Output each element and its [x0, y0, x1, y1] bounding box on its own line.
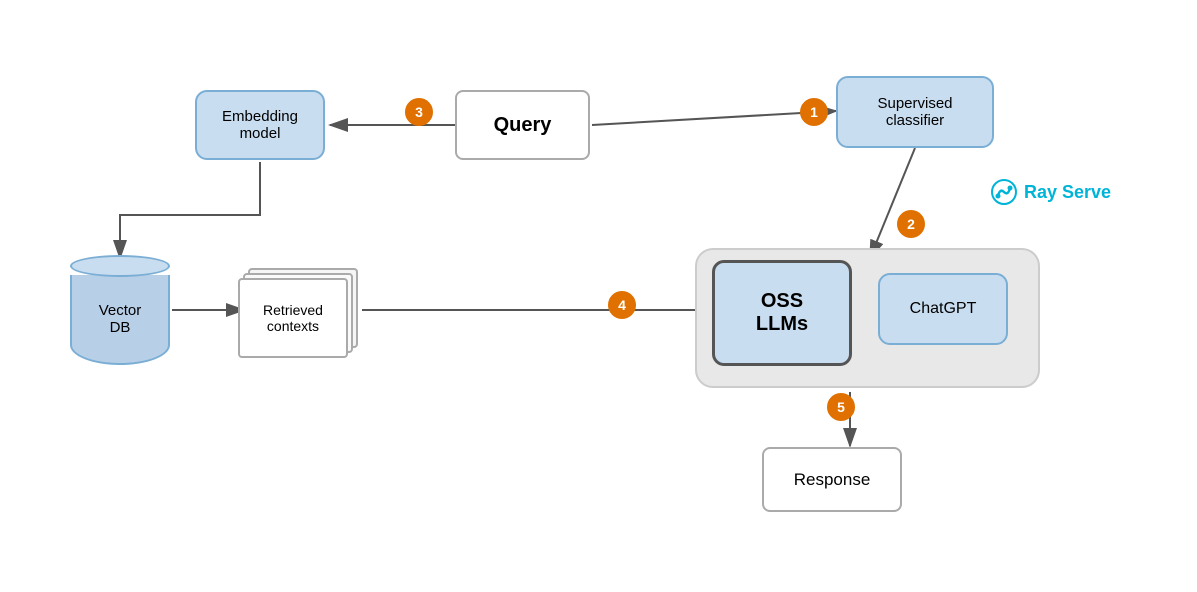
embedding-model-node: Embeddingmodel [195, 90, 325, 160]
step-3-label: 3 [415, 104, 423, 120]
oss-llms-label: OSSLLMs [756, 290, 808, 336]
vector-db-label: VectorDB [99, 302, 142, 336]
ray-serve-label: Ray Serve [1024, 182, 1111, 203]
cylinder-body: VectorDB [70, 275, 170, 365]
oss-llms-node: OSSLLMs [712, 260, 852, 366]
chatgpt-label: ChatGPT [910, 300, 977, 318]
chatgpt-node: ChatGPT [878, 273, 1008, 345]
supervised-classifier-node: Supervisedclassifier [836, 76, 994, 148]
vector-db-node: VectorDB [68, 255, 172, 365]
query-node: Query [455, 90, 590, 160]
step-3-badge: 3 [405, 98, 433, 126]
step-4-badge: 4 [608, 291, 636, 319]
embedding-model-label: Embeddingmodel [222, 108, 298, 142]
cylinder-top [70, 255, 170, 277]
retrieved-contexts-node: Retrievedcontexts [238, 268, 358, 358]
step-5-label: 5 [837, 399, 845, 415]
diagram: Ray Serve Embeddingmodel Query Supervise… [0, 0, 1197, 592]
response-node: Response [762, 447, 902, 512]
step-1-badge: 1 [800, 98, 828, 126]
step-5-badge: 5 [827, 393, 855, 421]
step-2-label: 2 [907, 216, 915, 232]
step-4-label: 4 [618, 297, 626, 313]
query-label: Query [494, 114, 552, 137]
ray-serve-icon [990, 178, 1018, 206]
step-2-badge: 2 [897, 210, 925, 238]
retrieved-contexts-label: Retrievedcontexts [263, 302, 323, 334]
step-1-label: 1 [810, 104, 818, 120]
response-label: Response [794, 470, 871, 490]
supervised-classifier-label: Supervisedclassifier [877, 95, 952, 129]
ray-serve-logo: Ray Serve [990, 178, 1111, 206]
paper-front: Retrievedcontexts [238, 278, 348, 358]
